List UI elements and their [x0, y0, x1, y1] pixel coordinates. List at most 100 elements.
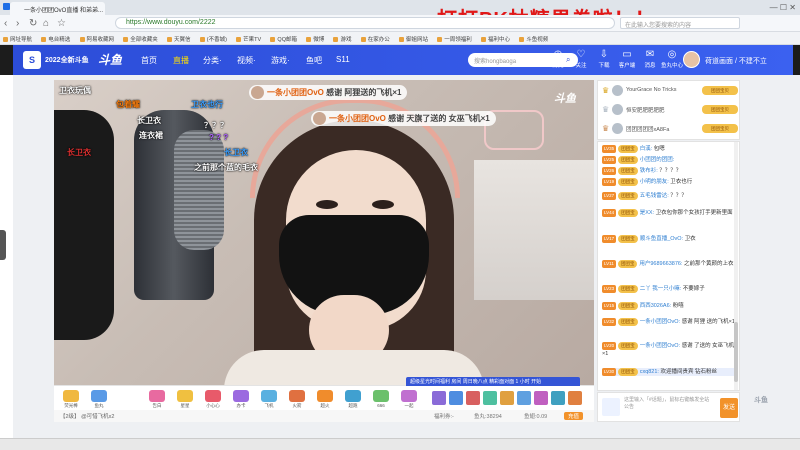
gift-item[interactable]: 告白	[146, 390, 168, 409]
douyu-header: S 2022全新斗鱼 斗鱼 首页 直播 分类· 视频· 游戏· 鱼吧 S11 搜…	[13, 45, 793, 75]
forward-icon[interactable]: ›	[16, 18, 19, 29]
bookmark-item[interactable]: 电台精选	[41, 35, 70, 43]
bookmark-item[interactable]: 网址导航	[3, 35, 32, 43]
gift-item[interactable]: 鱼丸	[88, 390, 110, 409]
bookmark-item[interactable]: 微博	[306, 35, 324, 43]
gift-item[interactable]: 超火	[314, 390, 336, 409]
nav-category[interactable]: 分类·	[203, 55, 222, 66]
nav-s11[interactable]: S11	[336, 55, 350, 64]
chat-scrollbar-thumb[interactable]	[734, 322, 738, 382]
nav-video[interactable]: 视频·	[237, 55, 256, 66]
fan-badge: 团团宝贝	[702, 105, 738, 114]
client-icon: ▭	[622, 49, 632, 60]
emoji-icon[interactable]	[602, 398, 620, 416]
chat-panel[interactable]: LV35 团团宝 白溪: 包嗯 LV25 团团宝 小团团的团团: LV26 团团宝 铁布衫:…	[597, 141, 740, 391]
backpack-item[interactable]	[449, 391, 463, 405]
chat-message: LV44 团团宝 是XX: 卫衣包你那个女孩打手更新里面	[602, 209, 733, 217]
live-video-player[interactable]: 斗鱼 卫衣玩偶 包着耀 卫衣也行 长卫衣 连衣裙 ？？？ 长卫衣 长卫衣 之前那…	[54, 80, 594, 385]
user-name[interactable]: 荷道画面 / 不建不立	[705, 56, 767, 66]
rank-row[interactable]: ♛ 团团团团团xA8Fa 团团宝贝	[602, 121, 738, 137]
recharge-button[interactable]: 充值	[564, 412, 584, 420]
download-button[interactable]: ⇩ 下载	[594, 49, 614, 69]
nav-fishbar[interactable]: 鱼吧	[306, 55, 322, 66]
bookmark-item[interactable]: 福利中心	[481, 35, 510, 43]
gift-item[interactable]: 荧光棒	[60, 390, 82, 409]
back-icon[interactable]: ‹	[4, 18, 7, 29]
backpack-item[interactable]	[483, 391, 497, 405]
rank-row[interactable]: ♛ YourGrace No Tricks 团团宝贝	[602, 83, 738, 99]
star-icon	[177, 390, 193, 402]
heart-gift-icon	[205, 390, 221, 402]
gift-item[interactable]: 星星	[174, 390, 196, 409]
barrage-user-label[interactable]: 【2级】 @可惜飞机x2	[60, 412, 114, 420]
browser-search-input[interactable]: 在此输入您要搜索的内容	[620, 17, 740, 29]
home-icon[interactable]: ⌂	[43, 18, 49, 29]
bookmark-item[interactable]: (不香城)	[200, 35, 227, 43]
backpack-item[interactable]	[568, 391, 582, 405]
event-label[interactable]: 2022全新斗鱼	[45, 55, 89, 65]
window-controls[interactable]: — ☐ ✕	[770, 3, 796, 12]
chat-input[interactable]: 这里输入「#话题」，鼠标右键触发全站公告	[624, 397, 714, 417]
666-icon	[373, 390, 389, 402]
rank-panel: ♛ YourGrace No Tricks 团团宝贝 ♛ 恒安肥肥肥肥肥 团团宝…	[597, 80, 740, 140]
chat-message: LV17 团团宝 顺斗鱼直播_OvO: 卫衣	[602, 235, 696, 243]
gift-item[interactable]: 小心心	[202, 390, 224, 409]
gift-item[interactable]: 超跑	[342, 390, 364, 409]
bookmark-item[interactable]: 一周领福利	[437, 35, 472, 43]
chat-message: LV20 团团宝 一条小团团OvO: 感谢 了送的 女巫飞机×1	[602, 342, 735, 357]
bookmark-item[interactable]: 全部收藏夹	[123, 35, 158, 43]
bookmark-item[interactable]: 阿易收藏网	[80, 35, 115, 43]
gift-item[interactable]: 办卡	[230, 390, 252, 409]
video-mic-arm	[54, 110, 114, 340]
danmaku-text: 卫衣玩偶	[59, 86, 91, 95]
nav-game[interactable]: 游戏·	[271, 55, 290, 66]
backpack-item[interactable]	[500, 391, 514, 405]
car-icon	[345, 390, 361, 402]
left-collapse-handle[interactable]	[0, 230, 6, 260]
url-input[interactable]: https://www.douyu.com/2222	[115, 17, 615, 29]
bookmark-item[interactable]: QQ邮箱	[270, 35, 297, 43]
superfire-icon	[317, 390, 333, 402]
bookmark-item[interactable]: 在家办公	[361, 35, 390, 43]
history-button[interactable]: ◷ 历史	[548, 49, 568, 69]
gift-item[interactable]: 一起	[398, 390, 420, 409]
video-watermark: 斗鱼	[554, 93, 576, 105]
fishfin-stat: 鱼翅:0.09	[524, 414, 548, 420]
gift-item[interactable]: 火箭	[286, 390, 308, 409]
video-microphone-mesh	[174, 130, 224, 250]
crown-icon: ♛	[602, 124, 610, 133]
gift-item[interactable]: 666	[370, 390, 392, 408]
favorite-star-icon[interactable]: ☆	[57, 18, 66, 29]
nav-home[interactable]: 首页	[141, 55, 157, 66]
bookmark-item[interactable]: 斗鱼视频	[519, 35, 548, 43]
browser-tab[interactable]: 一条小团团OvO直播 和弟弟...	[10, 2, 105, 15]
chat-message: LV25 团团宝 小团团的团团:	[602, 156, 675, 164]
chat-message: LV32 团团宝 一条小团团OvO: 感谢 阿狸 送的飞机×1	[602, 318, 735, 326]
bookmarks-bar: 网址导航 电台精选 阿易收藏网 全部收藏夹 天翼信 (不香城) 芒果TV QQ邮…	[0, 32, 800, 45]
fan-badge: 团团宝贝	[702, 86, 738, 95]
send-button[interactable]: 发送	[720, 398, 738, 418]
backpack-item[interactable]	[551, 391, 565, 405]
fishball-center-button[interactable]: ◎ 鱼丸中心	[661, 49, 683, 69]
chat-message: LV27 团团宝 五毛钱雷达: ？？？	[602, 192, 687, 200]
gift-item[interactable]: 飞机	[258, 390, 280, 409]
backpack-item[interactable]	[466, 391, 480, 405]
gift-promo-banner[interactable]: 超级星光时间福利 房间 周日晚八点 精彩面对面 1 小时 开始	[406, 377, 580, 386]
backpack-item[interactable]	[517, 391, 531, 405]
follow-button[interactable]: ♡ 关注	[571, 49, 591, 69]
nav-live[interactable]: 直播	[173, 55, 189, 66]
client-button[interactable]: ▭ 客户端	[617, 49, 637, 69]
message-button[interactable]: ✉ 消息	[640, 49, 660, 69]
bookmark-item[interactable]: 御姐网站	[399, 35, 428, 43]
backpack-item[interactable]	[534, 391, 548, 405]
bookmark-item[interactable]: 芒果TV	[236, 35, 261, 43]
event-logo-icon[interactable]: S	[23, 51, 41, 69]
rank-row[interactable]: ♛ 恒安肥肥肥肥肥 团团宝贝	[602, 102, 738, 118]
bookmark-item[interactable]: 游戏	[333, 35, 351, 43]
douyu-logo[interactable]: 斗鱼	[98, 51, 122, 68]
refresh-icon[interactable]: ↻	[29, 18, 37, 29]
backpack-item[interactable]	[432, 391, 446, 405]
user-avatar[interactable]	[683, 51, 700, 68]
tab-favicon-icon	[3, 3, 10, 10]
bookmark-item[interactable]: 天翼信	[167, 35, 191, 43]
